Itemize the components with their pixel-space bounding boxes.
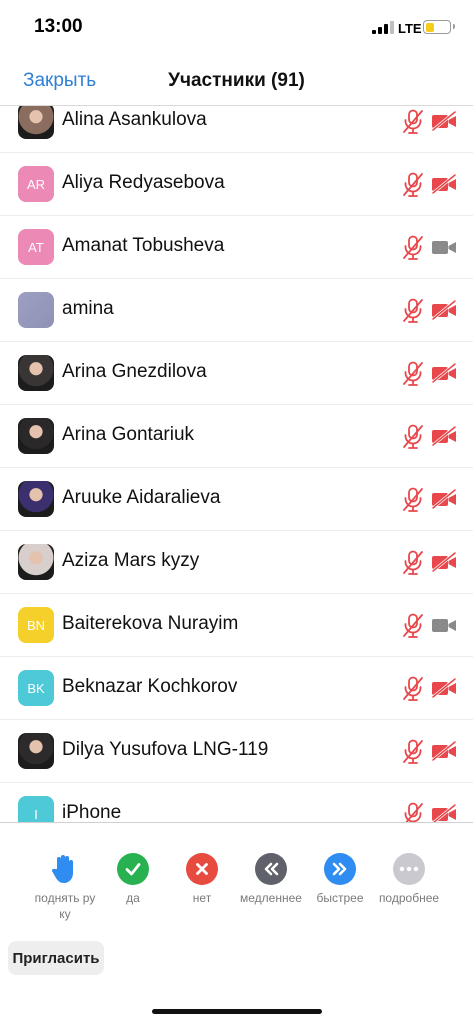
camera-off-icon — [431, 677, 457, 699]
check-icon — [117, 853, 149, 885]
raise-hand-label: поднять руку — [34, 891, 96, 921]
invite-button[interactable]: Пригласить — [8, 941, 104, 975]
participant-row[interactable]: Arina Gnezdilova — [0, 342, 473, 405]
participant-name: Dilya Yusufova LNG-119 — [62, 739, 269, 760]
avatar: I — [18, 796, 54, 822]
faster-label: быстрее — [316, 891, 364, 905]
avatar-initials: AT — [28, 239, 44, 255]
avatar — [18, 292, 54, 328]
camera-off-icon — [431, 488, 457, 510]
no-button[interactable]: нет — [169, 853, 235, 906]
camera-off-icon — [431, 362, 457, 384]
camera-off-icon — [431, 551, 457, 573]
no-label: нет — [192, 891, 212, 905]
participant-row[interactable]: Aziza Mars kyzy — [0, 531, 473, 594]
participant-row[interactable]: IiPhone — [0, 783, 473, 822]
participant-list[interactable]: Alina Asankulova AR Aliya Redyasebova AT Ama… — [0, 106, 473, 822]
avatar — [18, 418, 54, 454]
avatar-initials: BK — [27, 680, 45, 696]
avatar — [18, 355, 54, 391]
camera-off-icon — [431, 110, 457, 132]
camera-on-icon — [431, 237, 457, 257]
mic-muted-icon — [402, 424, 424, 450]
slower-label: медленнее — [240, 891, 302, 905]
battery-icon — [423, 20, 455, 34]
participant-row[interactable]: AT Amanat Tobusheva — [0, 216, 473, 279]
home-indicator[interactable] — [152, 1009, 322, 1014]
mic-muted-icon — [402, 739, 424, 765]
hand-icon — [49, 853, 81, 885]
participant-name: Aruuke Aidaralieva — [62, 487, 221, 508]
avatar: AT — [18, 229, 54, 265]
more-button[interactable]: подробнее — [376, 853, 442, 906]
participant-name: Beknazar Kochkorov — [62, 676, 238, 697]
mic-muted-icon — [402, 550, 424, 576]
mic-muted-icon — [402, 298, 424, 324]
status-bar: 13:00 LTE — [0, 0, 473, 56]
participant-row[interactable]: amina — [0, 279, 473, 342]
camera-off-icon — [431, 425, 457, 447]
avatar: BK — [18, 670, 54, 706]
camera-on-icon — [431, 615, 457, 635]
participant-row[interactable]: Dilya Yusufova LNG-119 — [0, 720, 473, 783]
camera-off-icon — [431, 803, 457, 822]
slower-button[interactable]: медленнее — [238, 853, 304, 906]
signal-icon — [372, 21, 394, 34]
participant-name: Arina Gontariuk — [62, 424, 195, 445]
participant-name: Arina Gnezdilova — [62, 361, 207, 382]
network-label: LTE — [398, 21, 422, 36]
mic-muted-icon — [402, 613, 424, 639]
more-icon — [393, 853, 425, 885]
participant-row[interactable]: BK Beknazar Kochkorov — [0, 657, 473, 720]
status-time: 13:00 — [34, 16, 83, 37]
participant-row[interactable]: BN Baiterekova Nurayim — [0, 594, 473, 657]
mic-muted-icon — [402, 487, 424, 513]
participant-row[interactable]: Aruuke Aidaralieva — [0, 468, 473, 531]
rewind-icon — [255, 853, 287, 885]
avatar: BN — [18, 607, 54, 643]
avatar: AR — [18, 166, 54, 202]
avatar — [18, 106, 54, 139]
avatar — [18, 481, 54, 517]
mic-muted-icon — [402, 172, 424, 198]
mic-muted-icon — [402, 802, 424, 822]
avatar-initials: I — [34, 806, 38, 822]
close-icon — [186, 853, 218, 885]
yes-button[interactable]: да — [100, 853, 166, 906]
nav-bar: Закрыть Участники (91) — [0, 56, 473, 106]
page-title: Участники (91) — [168, 70, 305, 91]
participant-name: Baiterekova Nurayim — [62, 613, 239, 634]
participant-name: Alina Asankulova — [62, 109, 207, 130]
camera-off-icon — [431, 299, 457, 321]
avatar — [18, 544, 54, 580]
mic-muted-icon — [402, 235, 424, 261]
reaction-toolbar: поднять руку да нет медленнее быстрее по… — [0, 822, 473, 1024]
participant-name: Amanat Tobusheva — [62, 235, 225, 256]
participant-name: amina — [62, 298, 114, 319]
avatar — [18, 733, 54, 769]
camera-off-icon — [431, 740, 457, 762]
fast-forward-icon — [324, 853, 356, 885]
participant-row[interactable]: Alina Asankulova — [0, 106, 473, 153]
participant-name: Aliya Redyasebova — [62, 172, 225, 193]
participant-name: iPhone — [62, 802, 122, 822]
yes-label: да — [126, 891, 140, 905]
more-label: подробнее — [378, 891, 440, 905]
raise-hand-button[interactable]: поднять руку — [32, 853, 98, 922]
faster-button[interactable]: быстрее — [307, 853, 373, 906]
mic-muted-icon — [402, 109, 424, 135]
camera-off-icon — [431, 173, 457, 195]
participant-row[interactable]: AR Aliya Redyasebova — [0, 153, 473, 216]
avatar-initials: AR — [26, 176, 46, 192]
participant-row[interactable]: Arina Gontariuk — [0, 405, 473, 468]
mic-muted-icon — [402, 361, 424, 387]
mic-muted-icon — [402, 676, 424, 702]
participant-name: Aziza Mars kyzy — [62, 550, 200, 571]
avatar-initials: BN — [26, 617, 46, 633]
